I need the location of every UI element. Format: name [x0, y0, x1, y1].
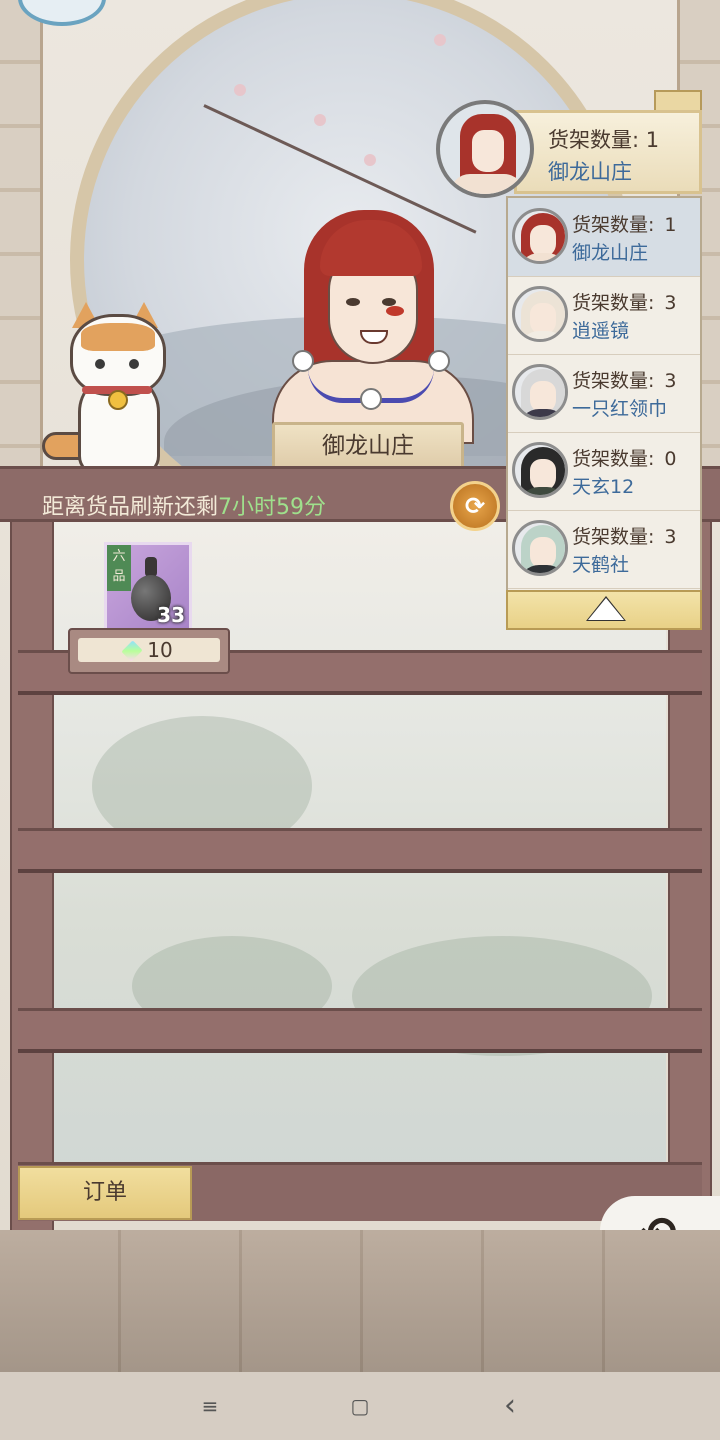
shelf-list-dropdown: 货架数量: 1 御龙山庄 货架数量: 3 逍遥镜 货架数量: 3 一只红领巾 货架数量: 0 天玄12… — [506, 196, 702, 630]
shop-scene: 御龙山庄 距离货品刷新还剩7小时59分 ⟳ 六品 33 10 订单 ↶ — [0, 0, 720, 1440]
shelf-owner-name: 逍遥镜 — [572, 320, 630, 342]
spirit-gem-icon — [121, 640, 143, 662]
refresh-timer-value: 7小时59分 — [218, 495, 327, 520]
refresh-timer: 距离货品刷新还剩7小时59分 — [42, 489, 326, 521]
blossom-icon — [234, 84, 246, 96]
shelf-list-item[interactable]: 货架数量: 0 天玄12 — [508, 432, 700, 511]
item-grade-badge: 六品 — [107, 545, 131, 591]
shelf-count-label: 货架数量: — [572, 526, 655, 548]
nav-back-icon[interactable]: ‹ — [490, 1390, 530, 1422]
shelf-count-value: 3 — [664, 292, 677, 314]
shelf-list-item[interactable]: 货架数量: 3 逍遥镜 — [508, 276, 700, 355]
blossom-icon — [364, 154, 376, 166]
shelf-list-item[interactable]: 货架数量: 3 一只红领巾 — [508, 354, 700, 433]
refresh-arrows-icon[interactable]: ⟳ — [450, 481, 500, 531]
shelf-owner-name: 御龙山庄 — [572, 242, 649, 264]
blossom-icon — [434, 34, 446, 46]
current-count-value: 1 — [645, 128, 660, 152]
home-icon[interactable]: ▢ — [340, 1390, 380, 1422]
shelf-count-label: 货架数量: — [572, 370, 655, 392]
avatar-face — [472, 130, 504, 172]
face-mark — [386, 306, 404, 316]
cat-eye — [95, 359, 105, 369]
shelf-owner-avatar — [512, 520, 568, 576]
shelf-owner-avatar — [512, 442, 568, 498]
shelf-count-label: 货架数量: — [572, 448, 655, 470]
shelf-post-left — [10, 512, 54, 1266]
cat-patch — [81, 323, 155, 351]
current-shelf-count: 货架数量: 1 — [548, 124, 659, 154]
current-shelf-name: 御龙山庄 — [548, 160, 632, 184]
item-price-tag[interactable]: 10 — [68, 628, 230, 674]
keeper-eye — [382, 298, 396, 306]
triangle-up-icon — [588, 598, 624, 620]
shopkeeper-portrait[interactable] — [268, 190, 474, 444]
shelf-count-label: 货架数量: — [572, 214, 655, 236]
pearl-icon — [360, 388, 382, 410]
pearl-icon — [428, 350, 450, 372]
current-count-label: 货架数量: — [548, 128, 640, 152]
shelf-count: 货架数量: 1 — [572, 210, 677, 237]
shelf-count: 货架数量: 3 — [572, 366, 677, 393]
shelf-list-item[interactable]: 货架数量: 3 天鹤社 — [508, 510, 700, 589]
shelf-owner-name: 一只红领巾 — [572, 398, 668, 420]
cat-head — [70, 314, 166, 396]
bell-icon — [108, 390, 128, 410]
shelf-owner-name: 天玄12 — [572, 476, 635, 498]
shelf-count: 货架数量: 3 — [572, 288, 677, 315]
blossom-icon — [314, 114, 326, 126]
keeper-eye — [346, 298, 360, 306]
shelf-count-label: 货架数量: — [572, 292, 655, 314]
cat-eye — [129, 359, 139, 369]
left-lattice — [0, 0, 43, 470]
shelf-count-value: 3 — [664, 526, 677, 548]
item-price: 10 — [147, 638, 173, 662]
refresh-timer-label: 距离货品刷新还剩 — [42, 495, 219, 520]
shelf-owner-avatar — [512, 364, 568, 420]
shelf-count-value: 3 — [664, 370, 677, 392]
shelf-count-value: 1 — [664, 214, 677, 236]
shelf-count-value: 0 — [664, 448, 677, 470]
current-shelf-avatar[interactable] — [436, 100, 534, 198]
shelf-owner-avatar — [512, 286, 568, 342]
menu-icon[interactable]: ≡ — [190, 1390, 230, 1422]
order-button[interactable]: 订单 — [18, 1166, 192, 1220]
shelf-owner-name: 天鹤社 — [572, 554, 630, 576]
shelf-count: 货架数量: 0 — [572, 444, 677, 471]
shelf-list-item[interactable]: 货架数量: 1 御龙山庄 — [508, 198, 700, 277]
item-count: 33 — [157, 603, 185, 627]
vase-neck — [145, 557, 157, 577]
shelf-plank — [18, 828, 702, 873]
price-inner: 10 — [78, 638, 220, 662]
wooden-floor — [0, 1230, 720, 1380]
collapse-list-button[interactable] — [506, 590, 702, 630]
shelf-item-card[interactable]: 六品 33 — [104, 542, 192, 632]
shelf-plank — [18, 1008, 702, 1053]
cat-mascot[interactable] — [42, 300, 170, 476]
shelf-owner-avatar — [512, 208, 568, 264]
header-tab — [654, 90, 702, 112]
shelf-count: 货架数量: 3 — [572, 522, 677, 549]
pearl-icon — [292, 350, 314, 372]
system-nav-bar: ≡ ▢ ‹ — [0, 1372, 720, 1440]
